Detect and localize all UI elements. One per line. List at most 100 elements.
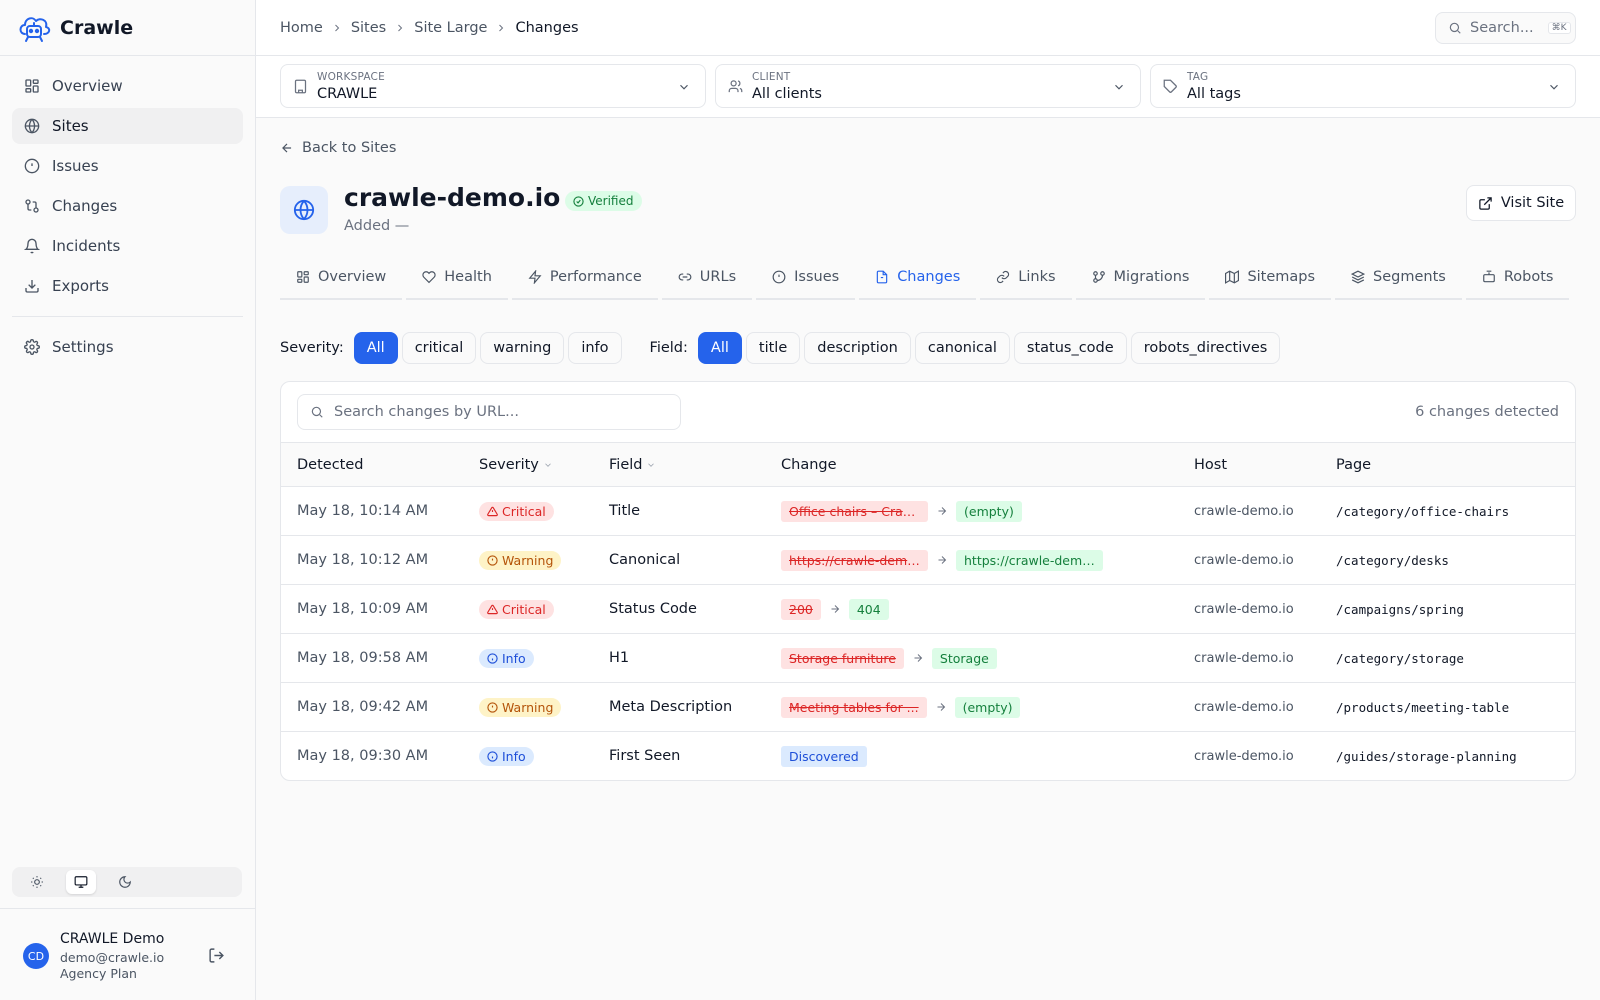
logout-icon[interactable] <box>208 947 225 964</box>
tab-overview[interactable]: Overview <box>280 255 403 300</box>
avatar[interactable]: CD <box>23 943 49 969</box>
severity-chip-info[interactable]: info <box>568 332 622 364</box>
sidebar-item-exports[interactable]: Exports <box>12 268 243 304</box>
change-filters: Severity: All critical warning info Fiel… <box>280 332 1281 364</box>
severity-chip-critical[interactable]: critical <box>401 332 477 364</box>
sidebar-item-label: Settings <box>52 338 114 356</box>
detected-cell: May 18, 09:42 AM <box>297 699 429 715</box>
workspace-select[interactable]: WORKSPACE CRAWLE <box>280 64 706 108</box>
sidebar-item-changes[interactable]: Changes <box>12 188 243 224</box>
tab-sitemaps[interactable]: Sitemaps <box>1209 255 1332 300</box>
sidebar-divider <box>12 316 243 317</box>
sidebar-item-issues[interactable]: Issues <box>12 148 243 184</box>
severity-badge: Critical <box>479 501 554 521</box>
severity-chip-all[interactable]: All <box>353 332 398 364</box>
tab-robots[interactable]: Robots <box>1465 255 1570 300</box>
tag-icon <box>1163 79 1178 94</box>
table-row[interactable]: May 18, 10:09 AM Critical Status Code 20… <box>281 585 1575 634</box>
tab-performance[interactable]: Performance <box>511 255 658 300</box>
tab-segments[interactable]: Segments <box>1335 255 1462 300</box>
tab-links[interactable]: Links <box>980 255 1072 300</box>
table-row[interactable]: May 18, 09:42 AM Warning Meta Descriptio… <box>281 683 1575 732</box>
globe-icon <box>293 199 315 221</box>
host-cell: crawle-demo.io <box>1194 601 1294 617</box>
field-cell: Canonical <box>609 552 681 568</box>
detected-cell: May 18, 10:09 AM <box>297 601 429 617</box>
chevron-down-icon <box>1112 80 1126 94</box>
global-search-button[interactable]: Search... ⌘K <box>1435 12 1576 44</box>
theme-system-button[interactable] <box>66 870 96 894</box>
download-icon <box>24 278 40 294</box>
tab-label: Health <box>444 268 492 285</box>
page-cell[interactable]: /products/meeting-table <box>1336 683 1509 731</box>
page-cell[interactable]: /guides/storage-planning <box>1336 732 1517 780</box>
field-chip-all[interactable]: All <box>697 332 742 364</box>
table-row[interactable]: May 18, 09:30 AM Info First Seen Discove… <box>281 732 1575 780</box>
chevron-down-icon <box>677 80 691 94</box>
search-placeholder: Search... <box>1470 20 1534 36</box>
severity-cell: Critical <box>479 585 554 633</box>
severity-cell: Warning <box>479 536 562 584</box>
tab-changes[interactable]: Changes <box>859 255 977 300</box>
page-cell[interactable]: /category/office-chairs <box>1336 487 1509 535</box>
field-filter-label: Field: <box>649 340 688 356</box>
brand-name: Crawle <box>60 16 134 39</box>
field-chip-robots-directives[interactable]: robots_directives <box>1130 332 1281 364</box>
tab-migrations[interactable]: Migrations <box>1075 255 1206 300</box>
tab-label: Sitemaps <box>1247 268 1316 285</box>
tab-urls[interactable]: URLs <box>661 255 753 300</box>
column-field[interactable]: Field <box>609 443 656 486</box>
change-cell: 200 404 <box>781 585 889 633</box>
breadcrumb: Home Sites Site Large Changes <box>280 0 579 56</box>
theme-dark-button[interactable] <box>110 870 140 894</box>
changes-table-card: 6 changes detected Detected Severity Fie… <box>280 381 1576 781</box>
field-chip-description[interactable]: description <box>804 332 911 364</box>
severity-filter-label: Severity: <box>280 340 344 356</box>
arrow-right-icon <box>936 554 948 566</box>
column-severity[interactable]: Severity <box>479 443 553 486</box>
column-detected[interactable]: Detected <box>297 443 363 486</box>
field-chip-title[interactable]: title <box>745 332 801 364</box>
column-host: Host <box>1194 443 1227 486</box>
breadcrumb-home[interactable]: Home <box>280 20 323 36</box>
host-cell: crawle-demo.io <box>1194 650 1294 666</box>
brand[interactable]: Crawle <box>0 0 255 56</box>
change-cell: Storage furniture Storage <box>781 634 997 682</box>
breadcrumb-site[interactable]: Site Large <box>414 20 487 36</box>
field-chip-status-code[interactable]: status_code <box>1013 332 1127 364</box>
table-header: Detected Severity Field Change Host Page <box>281 442 1575 487</box>
column-change: Change <box>781 443 837 486</box>
sidebar-item-overview[interactable]: Overview <box>12 68 243 104</box>
theme-light-button[interactable] <box>22 870 52 894</box>
severity-chip-warning[interactable]: warning <box>480 332 565 364</box>
table-row[interactable]: May 18, 10:14 AM Critical Title Office c… <box>281 487 1575 536</box>
back-to-sites-link[interactable]: Back to Sites <box>280 140 396 156</box>
column-label: Change <box>781 456 837 473</box>
change-cell: https://crawle-demo... https://crawle-de… <box>781 536 1103 584</box>
tab-issues[interactable]: Issues <box>756 255 856 300</box>
sidebar-item-label: Exports <box>52 277 109 295</box>
tab-health[interactable]: Health <box>406 255 508 300</box>
client-select[interactable]: CLIENT All clients <box>715 64 1141 108</box>
verified-badge: Verified <box>565 191 642 211</box>
sidebar-item-sites[interactable]: Sites <box>12 108 243 144</box>
breadcrumb-sites[interactable]: Sites <box>351 20 386 36</box>
zap-icon <box>528 269 542 284</box>
table-row[interactable]: May 18, 10:12 AM Warning Canonical https… <box>281 536 1575 585</box>
sidebar-item-incidents[interactable]: Incidents <box>12 228 243 264</box>
page-cell[interactable]: /category/storage <box>1336 634 1464 682</box>
host-cell: crawle-demo.io <box>1194 748 1294 764</box>
sidebar-item-label: Sites <box>52 117 89 135</box>
sidebar-item-settings[interactable]: Settings <box>12 329 243 365</box>
page-cell[interactable]: /campaigns/spring <box>1336 585 1464 633</box>
visit-site-button[interactable]: Visit Site <box>1466 185 1576 221</box>
table-row[interactable]: May 18, 09:58 AM Info H1 Storage furnitu… <box>281 634 1575 683</box>
changes-count: 6 changes detected <box>1415 404 1559 420</box>
severity-badge: Info <box>479 648 534 668</box>
info-icon <box>487 750 498 762</box>
field-chip-canonical[interactable]: canonical <box>914 332 1010 364</box>
tag-select[interactable]: TAG All tags <box>1150 64 1576 108</box>
detected-cell: May 18, 09:30 AM <box>297 748 429 764</box>
changes-search-input[interactable] <box>334 404 654 420</box>
page-cell[interactable]: /category/desks <box>1336 536 1449 584</box>
